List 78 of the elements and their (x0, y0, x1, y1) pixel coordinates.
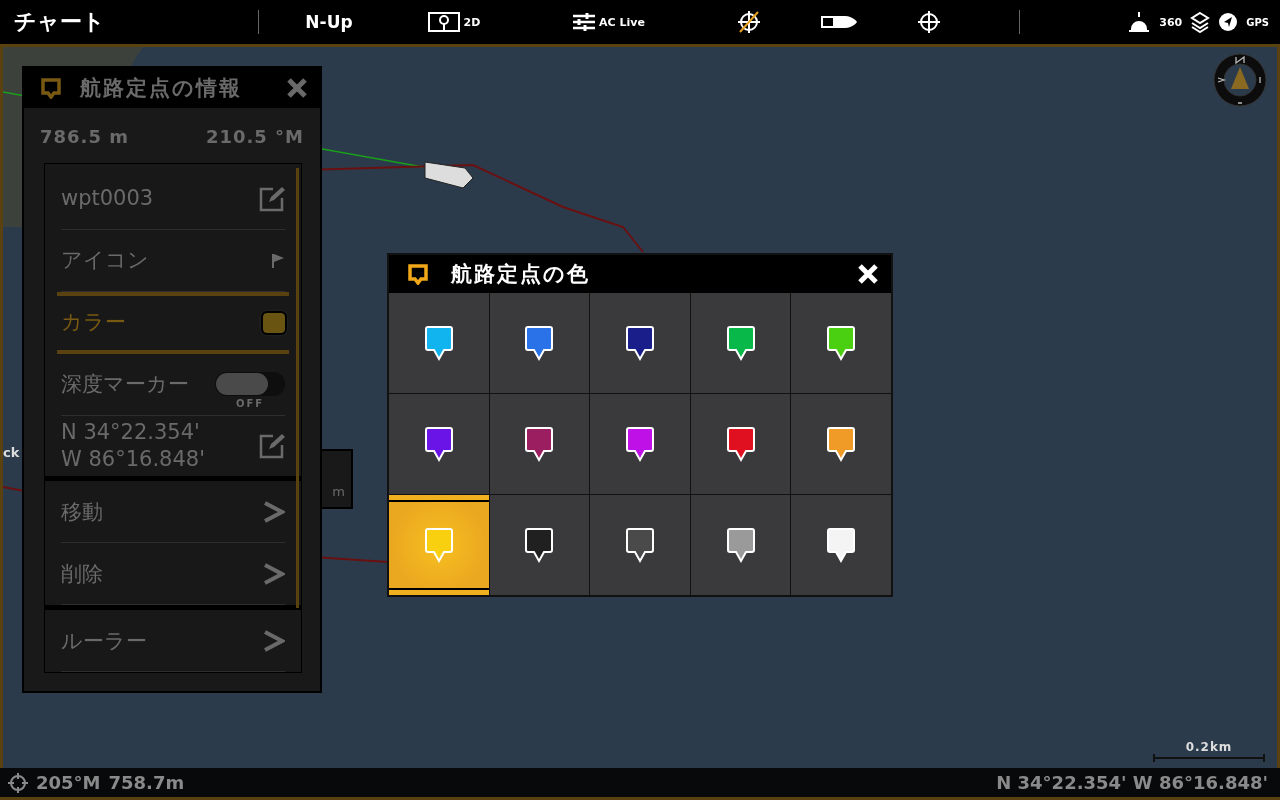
waypoint-pin-icon (625, 425, 655, 463)
flag-icon (271, 252, 285, 269)
compass-icon[interactable] (1213, 53, 1267, 107)
cursor-distance: 758.7m (108, 772, 185, 793)
color-swatch[interactable] (263, 313, 285, 333)
sonar-360-label: 360 (1159, 15, 1183, 29)
waypoint-pin-icon (524, 324, 555, 362)
color-option[interactable] (489, 293, 590, 393)
crosshair-icon (8, 772, 28, 793)
waypoint-pin-icon (625, 324, 655, 362)
sliders-icon[interactable] (573, 12, 596, 32)
edit-icon[interactable] (259, 433, 285, 459)
waypoint-pin-icon (826, 526, 857, 564)
row-label: アイコン (61, 246, 149, 274)
color-option[interactable] (690, 293, 791, 393)
longitude-text: W 86°16.848' (61, 446, 205, 473)
panel-title: 航路定点の情報 (80, 75, 243, 102)
waypoint-name: wpt0003 (61, 184, 154, 212)
toggle-switch[interactable] (215, 372, 285, 396)
color-option[interactable] (590, 394, 690, 494)
crosshair-slashed-icon[interactable] (737, 10, 761, 34)
edit-icon[interactable] (259, 185, 285, 212)
color-option[interactable] (389, 495, 489, 595)
color-option[interactable] (690, 495, 791, 595)
map-label: ck (3, 445, 20, 460)
color-option[interactable] (489, 495, 590, 595)
menu-item[interactable]: 移動 (61, 481, 285, 543)
cursor-bearing: 205°M (36, 772, 101, 793)
power-icon[interactable] (1127, 11, 1152, 33)
waypoint-pin-icon (423, 526, 454, 564)
chevron-icon (263, 628, 285, 653)
scale-bar-icon (1153, 754, 1265, 762)
chevron-icon (263, 561, 285, 586)
popup-value: m (332, 484, 345, 499)
view-mode-label: 2D (463, 15, 481, 29)
row-label: カラー (61, 309, 126, 337)
waypoint-pin-icon (423, 324, 454, 362)
waypoint-pin-icon (524, 526, 555, 564)
menu-item[interactable]: ルーラー (61, 610, 285, 672)
boat-icon (423, 159, 475, 189)
toggle-state: OFF (235, 398, 265, 409)
navigation-icon[interactable] (1218, 12, 1239, 32)
waypoint-pin-icon (423, 425, 454, 463)
gps-label: GPS (1246, 16, 1269, 28)
waypoint-icon (407, 263, 429, 285)
color-option[interactable] (590, 293, 690, 393)
waypoint-pin-icon (725, 425, 756, 463)
row-label: 深度マーカー (61, 370, 189, 398)
waypoint-pin-icon (524, 425, 555, 463)
distance-text: 786.5 m (40, 126, 129, 147)
cursor-position: N 34°22.354' W 86°16.848' (996, 772, 1268, 793)
color-option[interactable] (590, 495, 690, 595)
waypoint-pin-icon (725, 324, 756, 362)
color-option[interactable] (389, 394, 489, 494)
latitude-text: N 34°22.354' (61, 418, 201, 446)
orientation-button[interactable]: N-Up (305, 12, 353, 32)
color-option[interactable] (791, 495, 891, 595)
ac-live-label: AC Live (599, 15, 645, 29)
waypoint-icon (40, 77, 62, 99)
waypoint-pin-icon (826, 324, 857, 362)
waypoint-pin-icon (826, 425, 857, 463)
map-pin-icon[interactable] (427, 12, 460, 32)
color-option[interactable] (489, 394, 590, 494)
color-option[interactable] (389, 293, 489, 393)
crosshair-icon[interactable] (917, 10, 941, 34)
color-option[interactable] (791, 293, 891, 393)
waypoint-pin-icon (625, 526, 655, 564)
layers-icon[interactable] (1190, 11, 1211, 33)
page-title: チャート (13, 8, 106, 36)
bearing-text: 210.5 °M (205, 126, 304, 147)
color-option[interactable] (791, 394, 891, 494)
chevron-icon (263, 499, 285, 524)
scale-label: 0.2km (1185, 740, 1233, 754)
waypoint-pin-icon (725, 526, 756, 564)
menu-item[interactable]: 削除 (61, 543, 285, 605)
boat-icon[interactable] (819, 14, 859, 30)
color-option[interactable] (690, 394, 791, 494)
dialog-title: 航路定点の色 (451, 261, 591, 288)
